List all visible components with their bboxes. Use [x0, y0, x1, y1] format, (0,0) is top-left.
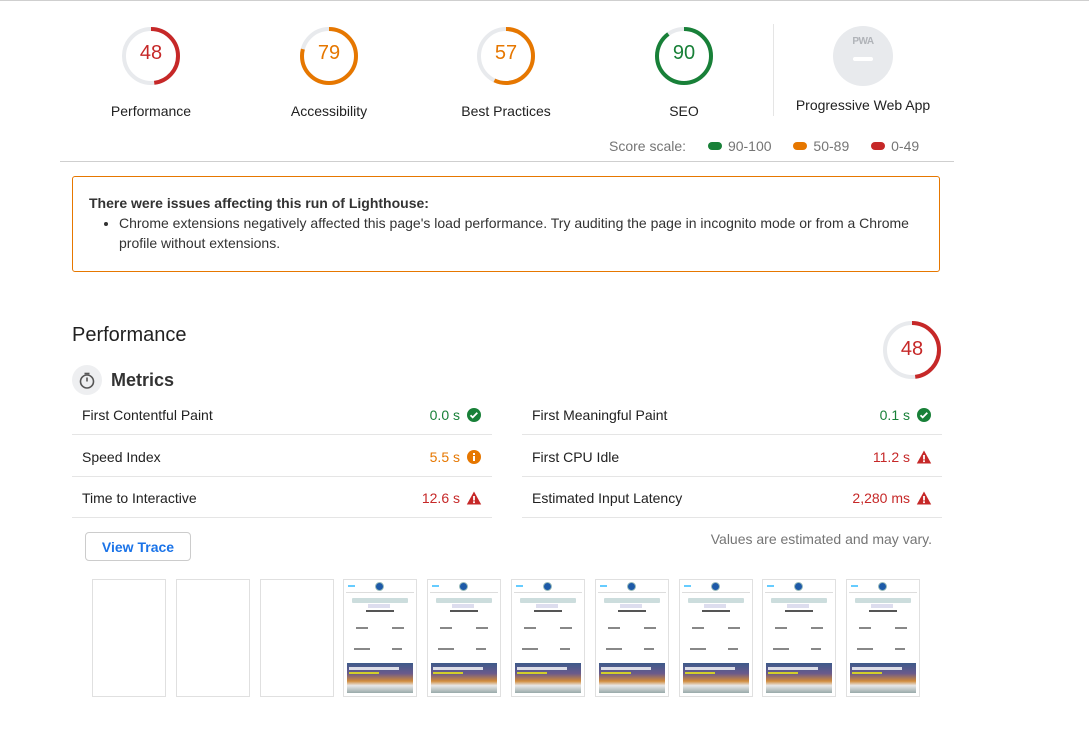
metric-name: Time to Interactive	[82, 490, 197, 506]
fail-warning-icon	[916, 449, 932, 465]
scale-fail: 0-49	[871, 138, 919, 154]
pass-check-icon	[916, 407, 932, 423]
filmstrip-frame	[259, 579, 334, 697]
scale-average: 50-89	[793, 138, 849, 154]
metric-row: First Meaningful Paint 0.1 s	[522, 394, 942, 435]
warning-item: Chrome extensions negatively affected th…	[119, 213, 939, 253]
filmstrip-frame	[427, 579, 502, 697]
gauge-label: Performance	[110, 103, 192, 119]
gauge-score: 90	[672, 42, 696, 64]
metric-row: Speed Index 5.5 s	[72, 436, 492, 477]
metric-name: Estimated Input Latency	[532, 490, 683, 506]
pwa-icon: PWA	[852, 36, 874, 47]
gauge-label: SEO	[669, 103, 699, 119]
metric-value: 0.1 s	[879, 407, 910, 423]
warning-title: There were issues affecting this run of …	[89, 195, 429, 211]
metric-row: Time to Interactive 12.6 s	[72, 477, 492, 518]
top-divider	[0, 0, 1089, 1]
pwa-badge[interactable]: PWA	[833, 26, 893, 86]
fail-dot-icon	[871, 142, 886, 150]
average-info-icon	[466, 449, 482, 465]
filmstrip-frame	[846, 579, 921, 697]
hero-image	[347, 663, 414, 693]
filmstrip-frame	[343, 579, 418, 697]
metric-name: First CPU Idle	[532, 448, 620, 465]
filmstrip-frame	[762, 579, 837, 697]
gauge-score: 57	[494, 42, 518, 64]
gauge-score: 48	[139, 42, 163, 64]
pwa-dash-icon	[853, 57, 873, 61]
metric-value: 2,280 ms	[852, 490, 910, 506]
gauge-seo[interactable]: 90 SEO	[619, 26, 749, 119]
hero-image	[515, 663, 581, 693]
filmstrip-frame	[511, 579, 585, 697]
scale-pass: 90-100	[707, 138, 772, 154]
filmstrip-frame	[92, 579, 166, 697]
pwa-label[interactable]: Progressive Web App	[773, 97, 953, 113]
run-warnings-box: There were issues affecting this run of …	[72, 176, 940, 272]
gauge-accessibility[interactable]: 79 Accessibility	[264, 26, 394, 119]
hero-image	[682, 663, 749, 693]
brand-logo-icon	[878, 582, 888, 591]
metric-value: 5.5 s	[429, 448, 460, 465]
filmstrip-frame	[678, 579, 753, 697]
filmstrip-frame	[175, 579, 250, 697]
metric-row: Estimated Input Latency 2,280 ms	[522, 477, 942, 518]
metrics-title: Metrics	[111, 370, 175, 390]
gauge-score: 79	[317, 42, 341, 64]
brand-logo-icon	[375, 582, 385, 591]
metrics-disclaimer: Values are estimated and may vary.	[710, 531, 932, 547]
brand-logo-icon	[543, 582, 552, 591]
metric-row: First CPU Idle 11.2 s	[522, 436, 942, 477]
hero-image	[850, 663, 917, 693]
performance-score: 48	[900, 338, 924, 360]
gauge-label: Accessibility	[290, 103, 368, 119]
hero-image	[766, 663, 833, 693]
gauge-best-practices[interactable]: 57 Best Practices	[441, 26, 571, 119]
fail-warning-icon	[466, 490, 482, 506]
pass-check-icon	[466, 407, 482, 423]
gauge-performance[interactable]: 48 Performance	[86, 26, 216, 119]
performance-title: Performance	[72, 324, 187, 346]
stopwatch-icon	[72, 365, 102, 395]
hero-image	[598, 663, 665, 693]
view-trace-button[interactable]: View Trace	[85, 532, 191, 561]
metric-value: 0.0 s	[429, 407, 460, 423]
brand-logo-icon	[794, 582, 804, 591]
score-scale-label: Score scale:	[609, 138, 687, 154]
metric-value: 11.2 s	[872, 448, 910, 465]
score-scale: Score scale: 90-100 50-89 0-49	[609, 138, 919, 154]
average-dot-icon	[793, 142, 808, 150]
metric-name: First Meaningful Paint	[532, 407, 668, 423]
brand-logo-icon	[710, 582, 720, 591]
warning-list: Chrome extensions negatively affected th…	[89, 213, 939, 253]
pass-dot-icon	[707, 142, 722, 150]
metric-value: 12.6 s	[421, 490, 460, 506]
metric-name: Speed Index	[82, 448, 161, 465]
brand-logo-icon	[459, 582, 469, 591]
filmstrip-frame	[594, 579, 669, 697]
header-divider	[60, 161, 954, 162]
brand-logo-icon	[626, 582, 636, 591]
hero-image	[431, 663, 498, 693]
metric-name: First Contentful Paint	[82, 407, 213, 423]
gauge-label: Best Practices	[461, 103, 551, 119]
metric-row: First Contentful Paint 0.0 s	[72, 394, 492, 435]
performance-score-gauge: 48	[882, 320, 942, 380]
fail-warning-icon	[916, 490, 932, 506]
